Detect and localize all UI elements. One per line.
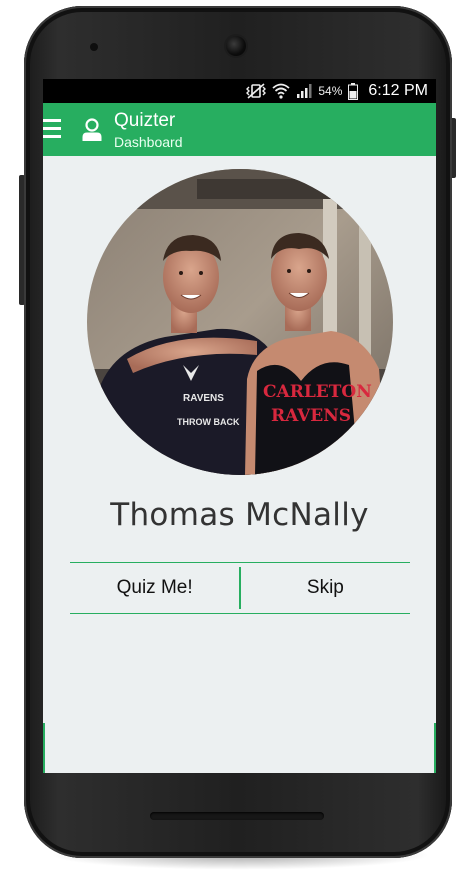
speaker-grille (150, 812, 324, 820)
menu-icon[interactable] (43, 117, 63, 141)
proximity-sensor (90, 43, 98, 51)
shirt-text-left-2: THROW BACK (177, 417, 240, 427)
front-camera (226, 36, 246, 56)
battery-icon (348, 82, 359, 100)
shirt-text-right-1: CARLETON (263, 382, 372, 402)
app-subtitle: Dashboard (114, 134, 183, 150)
shirt-text-left: RAVENS (183, 393, 224, 404)
vibrate-mute-icon (246, 83, 267, 99)
bottom-accent-right (434, 723, 436, 773)
profile-name: Thomas McNally (110, 497, 369, 533)
signal-icon (297, 84, 312, 98)
user-icon[interactable] (81, 118, 103, 142)
app-title: Quizter (114, 110, 176, 131)
quiz-me-button[interactable]: Quiz Me! (70, 563, 239, 613)
action-row: Quiz Me! Skip (70, 562, 410, 614)
profile-photo: RAVENS THROW BACK CARLETON RAVENS (87, 169, 393, 475)
bottom-accent-left (43, 723, 45, 773)
status-icons: 54% 6:12 PM (246, 79, 428, 103)
stage: 54% 6:12 PM Quizter Dashboard RAVENS THR… (0, 0, 474, 881)
battery-percent: 54% (318, 84, 343, 98)
profile-avatar: RAVENS THROW BACK CARLETON RAVENS (87, 169, 393, 475)
shirt-text-right-2: RAVENS (271, 406, 351, 426)
screen: 54% 6:12 PM Quizter Dashboard RAVENS THR… (43, 79, 436, 773)
status-bar: 54% 6:12 PM (43, 79, 436, 103)
status-time: 6:12 PM (368, 82, 428, 99)
wifi-icon (272, 83, 290, 99)
skip-button[interactable]: Skip (241, 563, 410, 613)
app-bar: Quizter Dashboard (43, 103, 436, 156)
